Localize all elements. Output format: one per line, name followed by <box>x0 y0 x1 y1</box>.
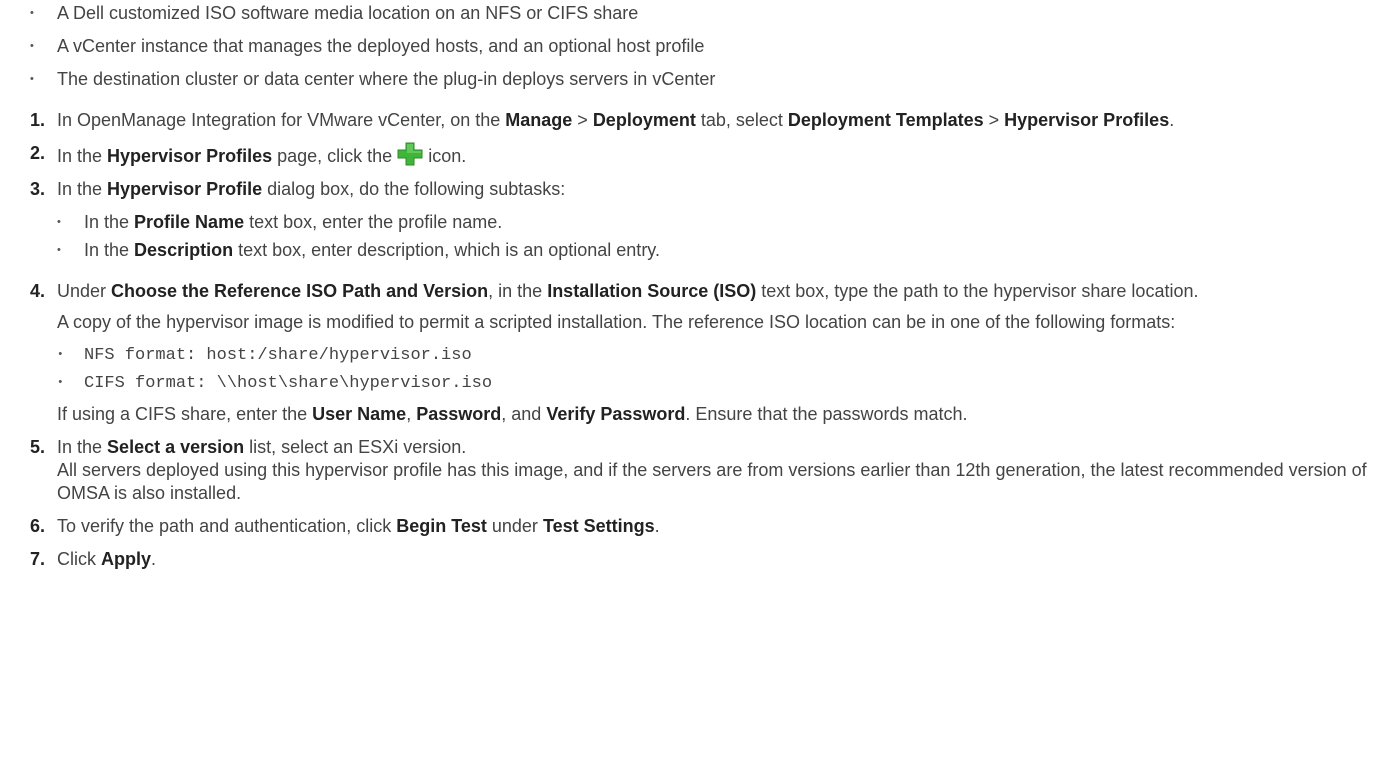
step-text: . <box>1169 110 1175 130</box>
step-paragraph: All servers deployed using this hypervis… <box>57 460 1367 503</box>
prerequisite-list: A Dell customized ISO software media loc… <box>30 0 1381 91</box>
ui-term-installation-source: Installation Source (ISO) <box>547 281 757 301</box>
step-text: , and <box>501 404 547 424</box>
step-text: . Ensure that the passwords match. <box>685 404 968 424</box>
ui-term-deployment: Deployment <box>592 110 696 130</box>
subtask-list: In the Profile Name text box, enter the … <box>57 211 1381 262</box>
step-7: 7. Click Apply. <box>30 548 1381 571</box>
list-item: The destination cluster or data center w… <box>30 68 1381 91</box>
ui-term-test-settings: Test Settings <box>542 516 655 536</box>
step-text: , in the <box>488 281 548 301</box>
step-text: Click <box>57 549 101 569</box>
step-text: text box, type the path to the hyperviso… <box>756 281 1199 301</box>
step-3: 3. In the Hypervisor Profile dialog box,… <box>30 178 1381 262</box>
step-text: In the <box>57 146 108 166</box>
ui-term-user-name: User Name <box>312 404 407 424</box>
step-text: > <box>983 110 1005 130</box>
step-paragraph: If using a CIFS share, enter the User Na… <box>57 403 1381 426</box>
ui-term-verify-password: Verify Password <box>546 404 686 424</box>
list-item: A Dell customized ISO software media loc… <box>30 2 1381 25</box>
step-text: list, select an ESXi version. <box>244 437 467 457</box>
step-number: 7. <box>30 549 46 569</box>
step-5: 5. In the Select a version list, select … <box>30 436 1381 505</box>
step-number: 4. <box>30 281 46 301</box>
ui-term-hypervisor-profiles: Hypervisor Profiles <box>107 146 273 166</box>
step-text: . <box>151 549 157 569</box>
step-4: 4. Under Choose the Reference ISO Path a… <box>30 280 1381 426</box>
step-text: icon. <box>423 146 467 166</box>
step-text: In the <box>84 240 135 260</box>
ui-term-select-a-version: Select a version <box>107 437 245 457</box>
step-text: In OpenManage Integration for VMware vCe… <box>57 110 506 130</box>
step-text: under <box>486 516 543 536</box>
ui-term-begin-test: Begin Test <box>396 516 487 536</box>
ui-term-deployment-templates: Deployment Templates <box>787 110 984 130</box>
step-text: dialog box, do the following subtasks: <box>262 179 566 199</box>
list-item: In the Profile Name text box, enter the … <box>57 211 1381 234</box>
step-text: If using a CIFS share, enter the <box>57 404 313 424</box>
step-number: 5. <box>30 437 46 457</box>
code-item: NFS format: host:/share/hypervisor.iso <box>57 344 1381 367</box>
list-item: A vCenter instance that manages the depl… <box>30 35 1381 58</box>
step-text: In the <box>84 212 135 232</box>
step-text: Under <box>57 281 112 301</box>
step-text: In the <box>57 179 108 199</box>
ui-term-apply: Apply <box>101 549 152 569</box>
step-number: 1. <box>30 110 46 130</box>
ui-term-description: Description <box>134 240 234 260</box>
document: A Dell customized ISO software media loc… <box>0 0 1391 571</box>
list-item: In the Description text box, enter descr… <box>57 239 1381 262</box>
ui-term-hypervisor-profiles: Hypervisor Profiles <box>1004 110 1170 130</box>
step-text: page, click the <box>272 146 398 166</box>
ui-term-choose-reference-iso: Choose the Reference ISO Path and Versio… <box>111 281 489 301</box>
step-text: text box, enter the profile name. <box>244 212 503 232</box>
step-number: 2. <box>30 143 46 163</box>
step-number: 3. <box>30 179 46 199</box>
step-number: 6. <box>30 516 46 536</box>
step-6: 6. To verify the path and authentication… <box>30 515 1381 538</box>
format-list: NFS format: host:/share/hypervisor.iso C… <box>57 344 1381 395</box>
step-1: 1. In OpenManage Integration for VMware … <box>30 109 1381 132</box>
step-text: To verify the path and authentication, c… <box>57 516 397 536</box>
step-paragraph: A copy of the hypervisor image is modifi… <box>57 312 1176 332</box>
step-text: , <box>406 404 417 424</box>
step-text: > <box>572 110 593 130</box>
add-plus-icon <box>397 142 423 166</box>
ui-term-profile-name: Profile Name <box>134 212 245 232</box>
ui-term-hypervisor-profile: Hypervisor Profile <box>107 179 263 199</box>
step-text: tab, select <box>695 110 788 130</box>
step-text: In the <box>57 437 108 457</box>
ui-term-password: Password <box>416 404 502 424</box>
code-item: CIFS format: \\host\share\hypervisor.iso <box>57 372 1381 395</box>
step-text: text box, enter description, which is an… <box>233 240 660 260</box>
step-text: . <box>654 516 660 536</box>
ui-term-manage: Manage <box>505 110 573 130</box>
step-2: 2. In the Hypervisor Profiles page, clic… <box>30 142 1381 168</box>
